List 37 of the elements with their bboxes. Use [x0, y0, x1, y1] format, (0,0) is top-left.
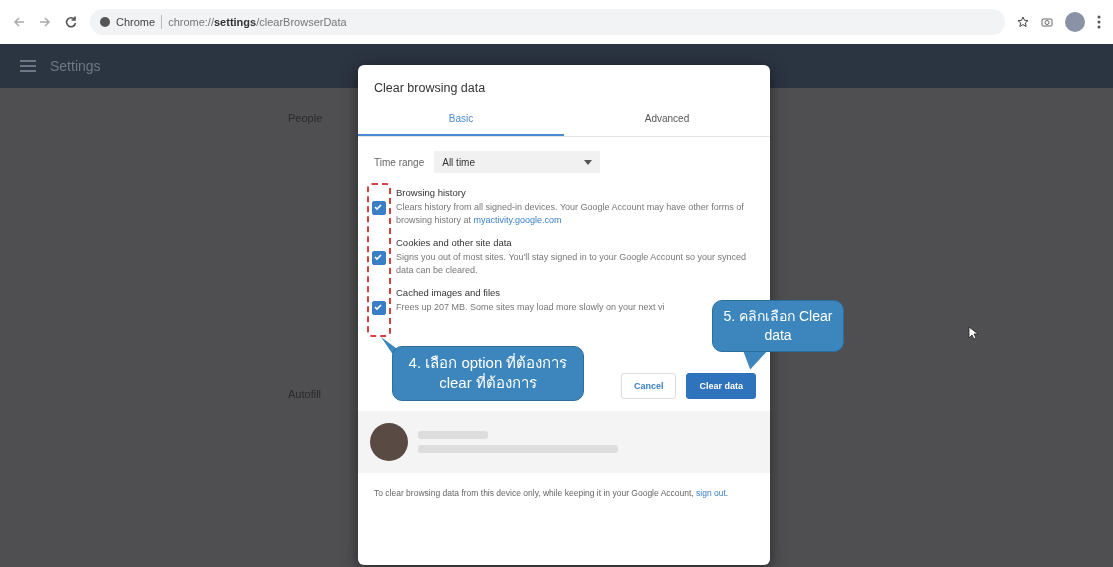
url-text: chrome://settings/clearBrowserData — [168, 16, 347, 28]
origin-label: Chrome — [116, 16, 156, 28]
option-title: Cached images and files — [396, 287, 502, 299]
checkbox[interactable] — [372, 251, 386, 266]
callout-bubble: 5. คลิกเลือก Clear data — [712, 300, 844, 352]
back-arrow-icon[interactable] — [12, 15, 26, 29]
option-title: Browsing history — [396, 187, 467, 198]
checkbox[interactable] — [372, 201, 386, 215]
cancel-button[interactable]: Cancel — [620, 373, 677, 400]
star-icon[interactable] — [1017, 16, 1029, 28]
dialog-title: Clear browsing data — [373, 80, 487, 97]
activity-link[interactable]: myactivity.google.com — [473, 215, 562, 226]
site-info-icon[interactable] — [100, 17, 110, 27]
camera-icon[interactable] — [1041, 16, 1053, 28]
tab[interactable]: Advanced — [564, 105, 770, 136]
option-title: Cookies and other site data — [396, 237, 513, 249]
checkmark-icon — [372, 201, 384, 213]
sign-out-link[interactable]: sign out — [696, 488, 726, 499]
clear-data-button[interactable]: Clear data — [686, 373, 756, 400]
checkbox[interactable] — [372, 301, 386, 316]
tab[interactable]: Basic — [358, 105, 564, 136]
option-description: Frees up 207 MB. Some sites may load more slowly on your next vi — [396, 301, 665, 315]
caret-icon — [584, 159, 593, 165]
footer-text: To clear browsing data from this device only, while keeping it in your Google Account, sign out. — [373, 487, 730, 501]
profile-avatar-icon[interactable] — [1065, 12, 1085, 32]
avatar-placeholder — [370, 423, 408, 462]
time-range-label: Time range — [374, 156, 425, 168]
settings-title: Settings — [50, 58, 101, 74]
address-bar[interactable]: Chrome chrome://settings/clearBrowserData — [90, 9, 1005, 35]
forward-arrow-icon[interactable] — [38, 15, 52, 29]
option-description: Signs you out of most sites. You'll stay signed in to your Google Account so your synced data can be cleared. — [396, 251, 747, 278]
mouse-pointer-icon — [968, 326, 978, 340]
option-description: Clears history from all signed-in devices. Your Google Account may have other forms of browsing history at myactivity.google.com — [396, 201, 745, 228]
menu-icon[interactable] — [1097, 15, 1101, 29]
time-range-dropdown[interactable]: All time — [434, 151, 601, 173]
callout-bubble: 4. เลือก option ที่ต้องการ clear ที่ต้องการ — [392, 346, 584, 401]
reload-icon[interactable] — [64, 15, 78, 29]
